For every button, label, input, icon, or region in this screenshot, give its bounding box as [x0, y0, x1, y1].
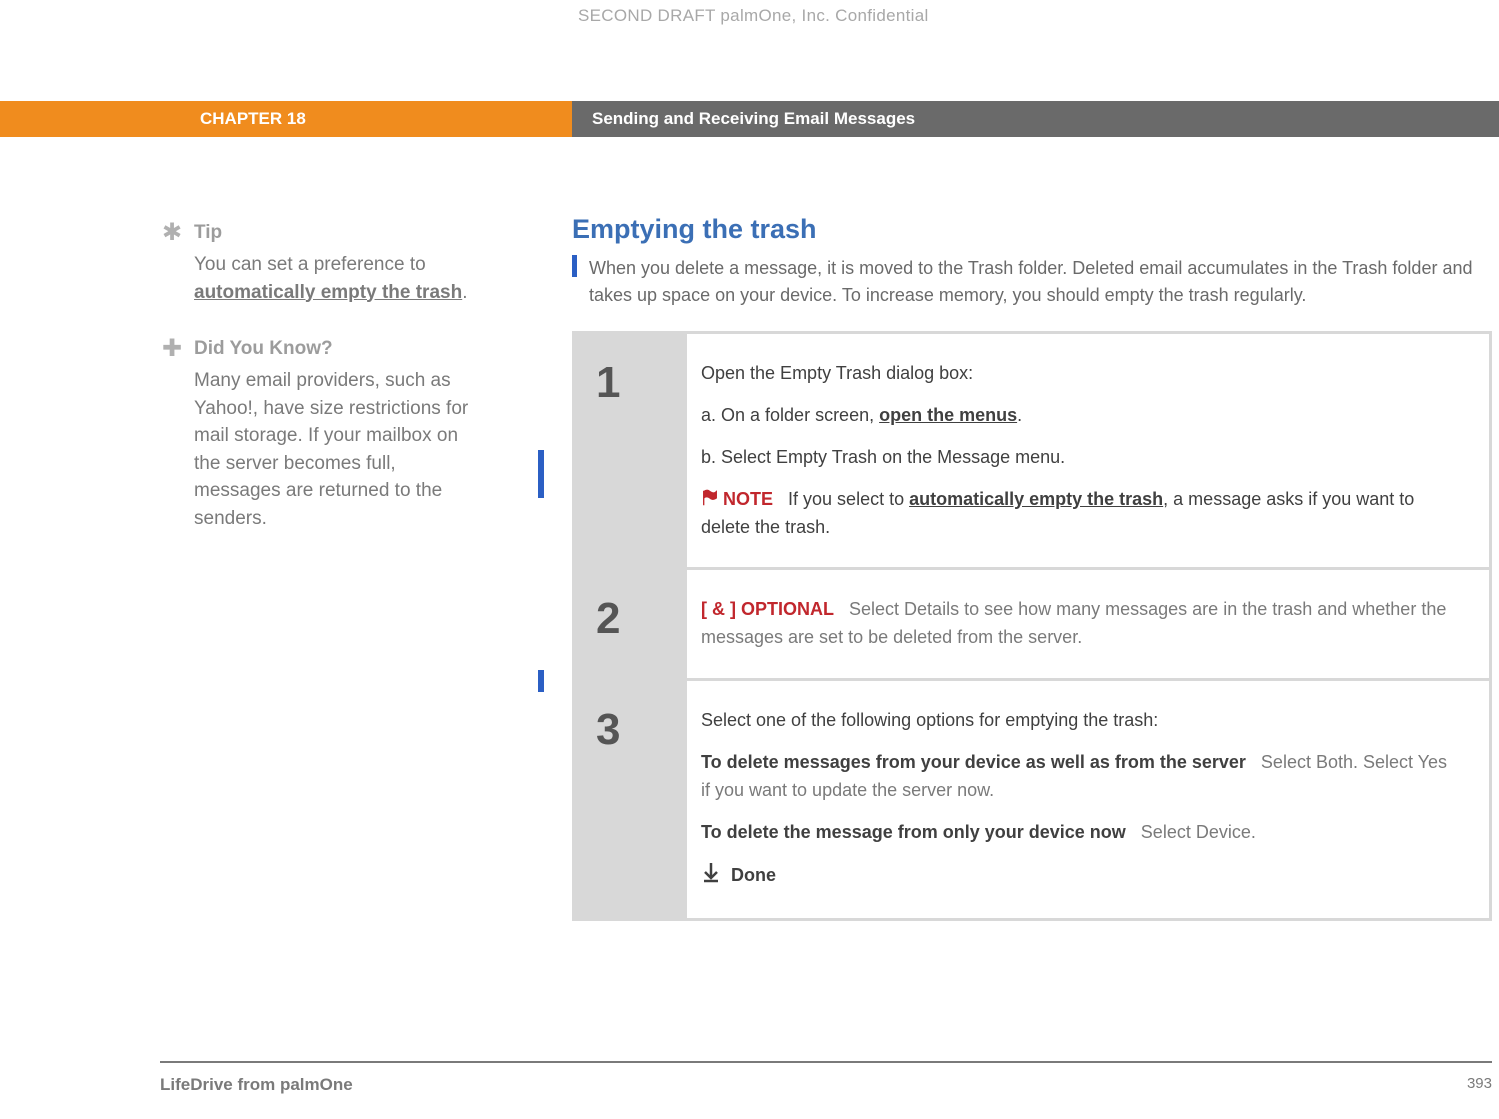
step3-lead: Select one of the following options for … — [701, 707, 1461, 735]
step-1: 1 Open the Empty Trash dialog box: a. On… — [572, 334, 1489, 567]
tip-body: You can set a preference to automaticall… — [160, 251, 470, 306]
header-watermark: SECOND DRAFT palmOne, Inc. Confidential — [578, 6, 929, 26]
chapter-bar: CHAPTER 18 Sending and Receiving Email M… — [0, 101, 1499, 137]
note-flag-icon — [701, 488, 719, 506]
open-menus-link[interactable]: open the menus — [879, 405, 1017, 425]
footer-divider — [160, 1061, 1492, 1063]
tip-block: ✱ Tip You can set a preference to automa… — [160, 218, 470, 306]
change-bar-icon — [538, 450, 544, 498]
step1-note: NOTE If you select to automatically empt… — [701, 486, 1461, 542]
auto-empty-link[interactable]: automatically empty the trash — [909, 489, 1163, 509]
step-3: 3 Select one of the following options fo… — [572, 681, 1489, 917]
plus-icon: ✚ — [160, 334, 184, 363]
step1-a-pre: a. On a folder screen, — [701, 405, 879, 425]
step-body: Select one of the following options for … — [687, 681, 1489, 917]
asterisk-icon: ✱ — [160, 218, 184, 247]
opt2-rest: Select Device. — [1141, 822, 1256, 842]
intro-text: When you delete a message, it is moved t… — [589, 255, 1492, 309]
optional-label: [ & ] OPTIONAL — [701, 599, 834, 619]
footer-page: 393 — [1467, 1075, 1492, 1095]
step3-opt1: To delete messages from your device as w… — [701, 749, 1461, 805]
tip-pre: You can set a preference to — [194, 254, 426, 275]
step-body: Open the Empty Trash dialog box: a. On a… — [687, 334, 1489, 567]
footer: LifeDrive from palmOne 393 — [160, 1075, 1492, 1095]
footer-product: LifeDrive from palmOne — [160, 1075, 353, 1095]
step-2: 2 [ & ] OPTIONAL Select Details to see h… — [572, 570, 1489, 678]
note-pre: If you select to — [788, 489, 909, 509]
steps-container: 1 Open the Empty Trash dialog box: a. On… — [572, 331, 1492, 921]
tip-link[interactable]: automatically empty the trash — [194, 282, 462, 303]
step-num: 2 — [596, 594, 687, 644]
section-title: Emptying the trash — [572, 214, 1492, 245]
done-row: Done — [701, 861, 1461, 892]
change-bar-icon — [572, 255, 577, 277]
dyk-label: Did You Know? — [194, 338, 333, 360]
didyouknow-block: ✚ Did You Know? Many email providers, su… — [160, 334, 470, 532]
tip-post: . — [462, 282, 467, 303]
opt1-bold: To delete messages from your device as w… — [701, 752, 1246, 772]
step-num: 1 — [596, 358, 687, 408]
step2-text: [ & ] OPTIONAL Select Details to see how… — [701, 596, 1461, 652]
opt2-bold: To delete the message from only your dev… — [701, 822, 1126, 842]
step1-a: a. On a folder screen, open the menus. — [701, 402, 1461, 430]
sidebar: ✱ Tip You can set a preference to automa… — [160, 218, 470, 560]
done-label: Done — [731, 862, 776, 890]
step-num: 3 — [596, 705, 687, 755]
done-arrow-icon — [701, 861, 721, 892]
chapter-title: Sending and Receiving Email Messages — [572, 101, 1499, 137]
step1-lead: Open the Empty Trash dialog box: — [701, 360, 1461, 388]
main-content: Emptying the trash When you delete a mes… — [572, 214, 1492, 921]
change-bar-icon — [538, 670, 544, 692]
step3-opt2: To delete the message from only your dev… — [701, 819, 1461, 847]
chapter-label: CHAPTER 18 — [0, 101, 572, 137]
step1-b: b. Select Empty Trash on the Message men… — [701, 444, 1461, 472]
tip-label: Tip — [194, 222, 222, 244]
dyk-body: Many email providers, such as Yahoo!, ha… — [160, 367, 470, 532]
step1-a-post: . — [1017, 405, 1022, 425]
step-body: [ & ] OPTIONAL Select Details to see how… — [687, 570, 1489, 678]
note-label: NOTE — [723, 489, 773, 509]
